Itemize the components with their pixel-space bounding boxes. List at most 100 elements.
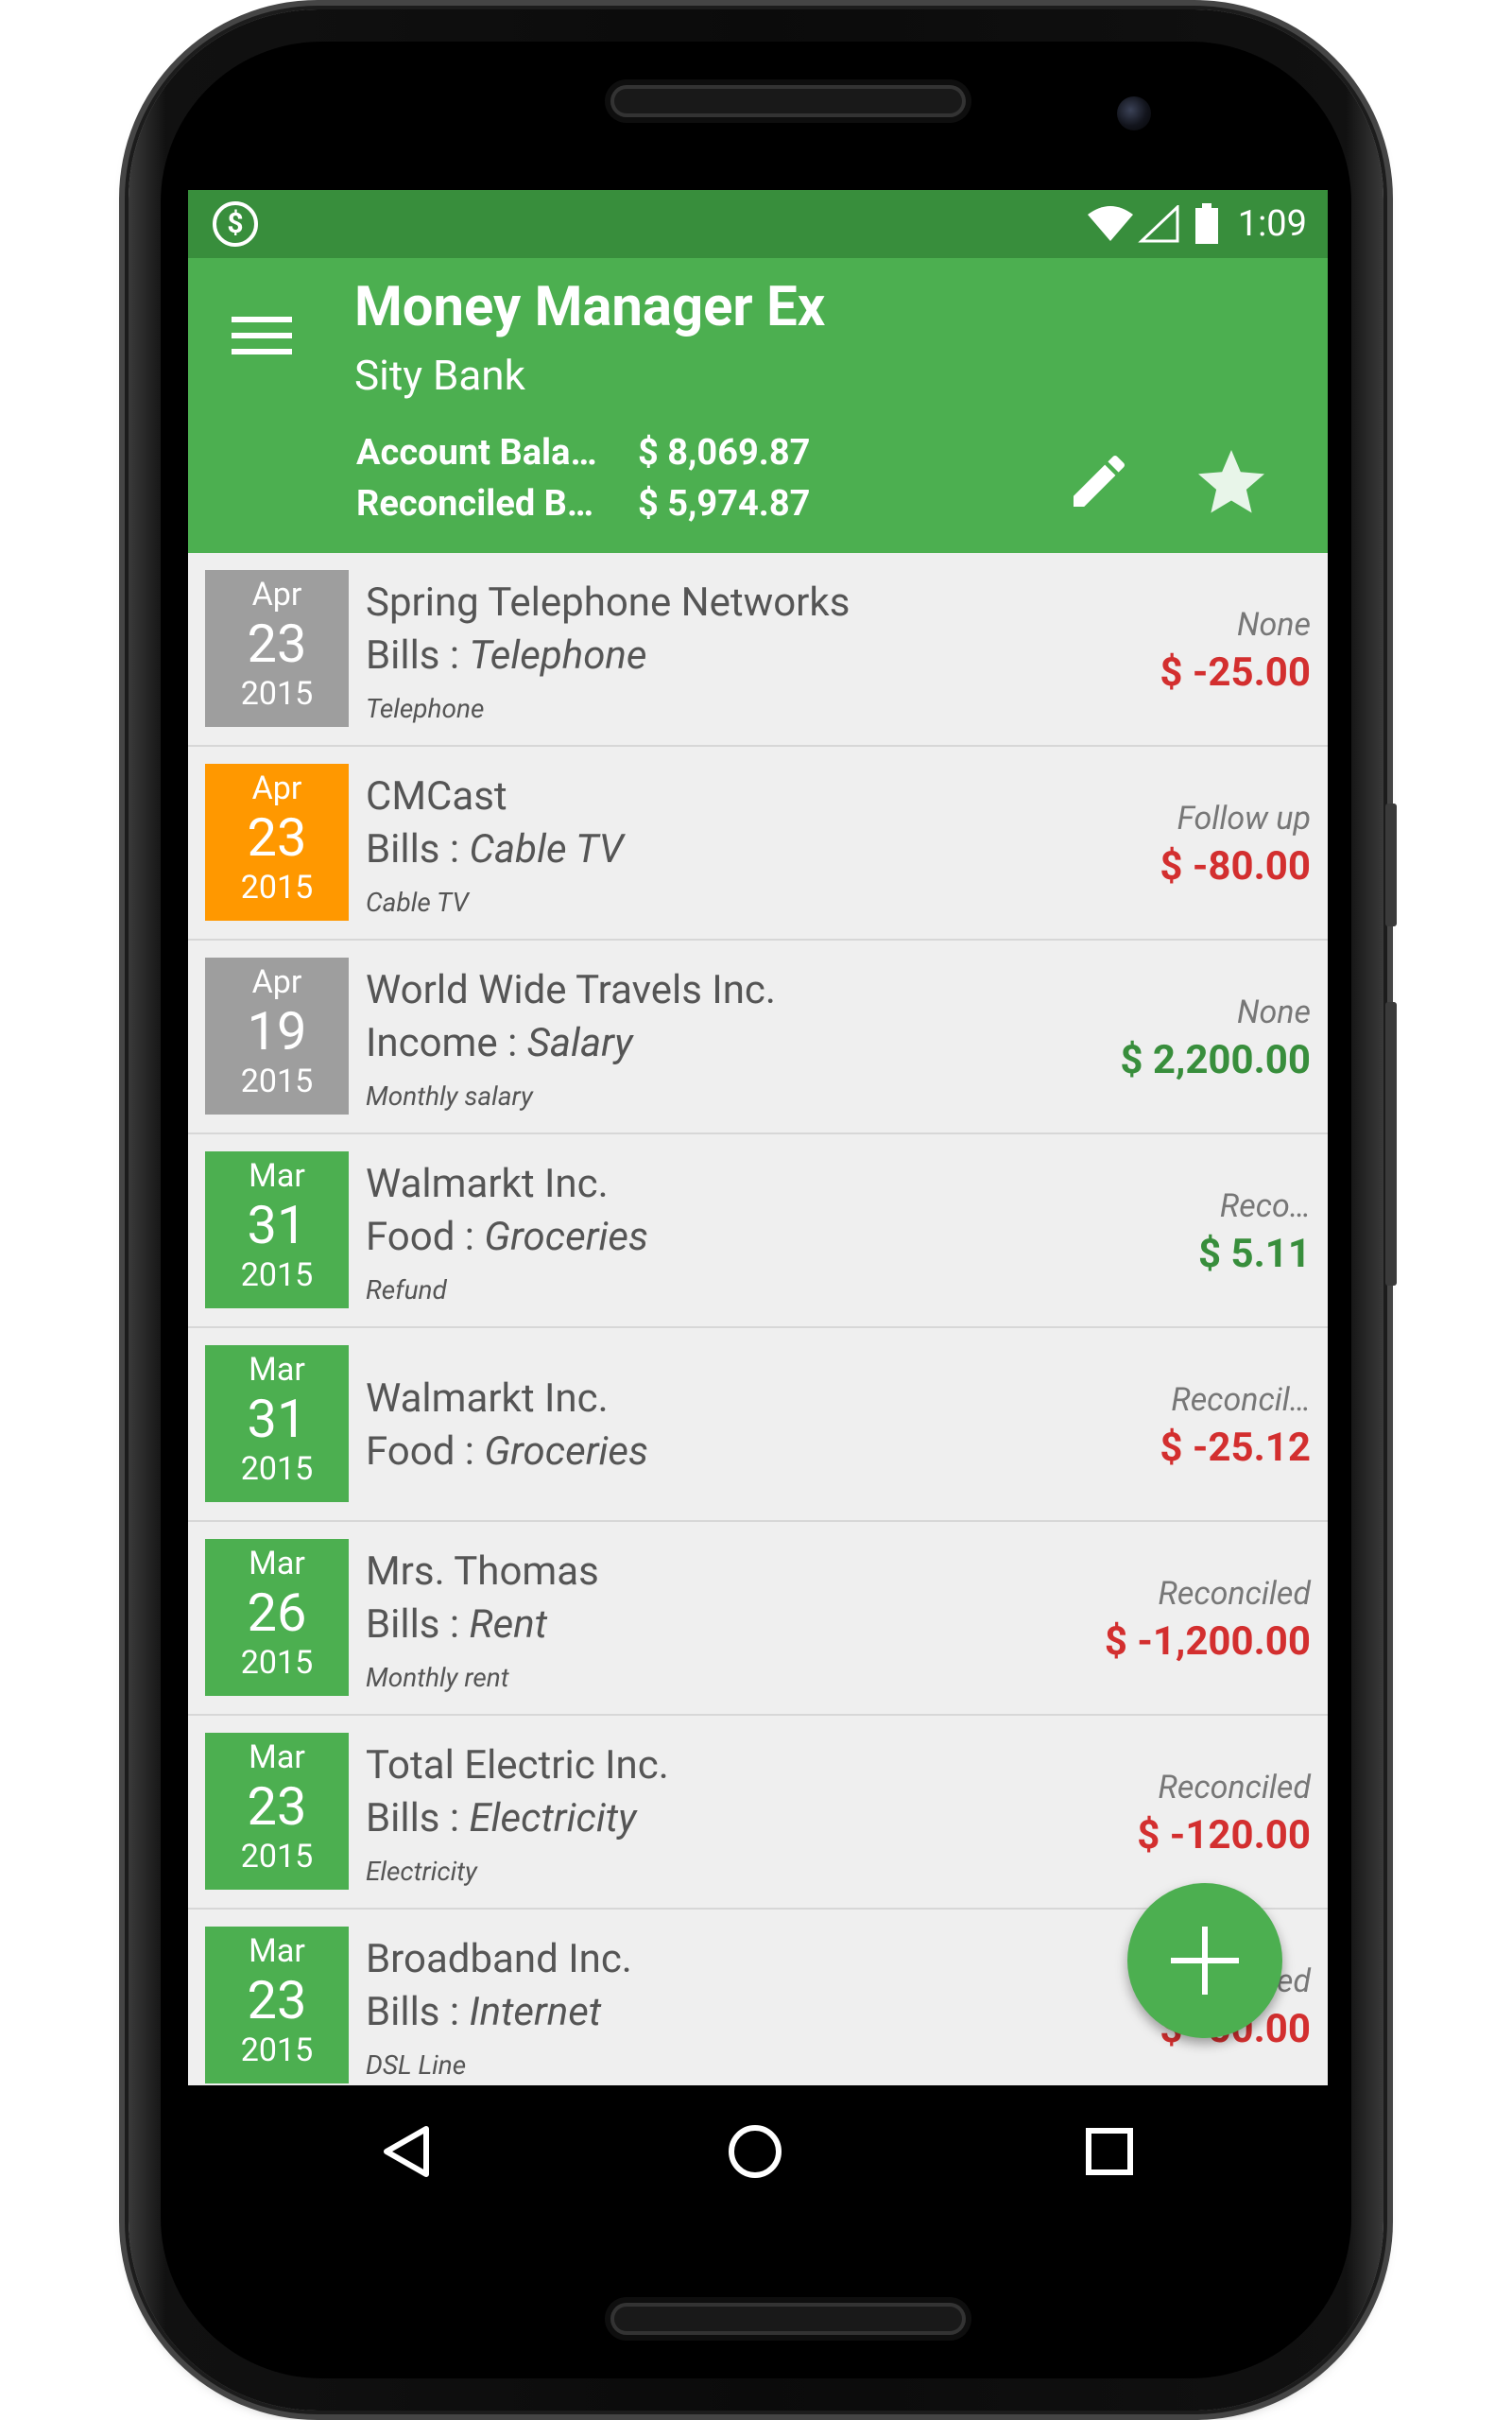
transaction-notes: Electricity: [366, 1856, 477, 1887]
transaction-month: Apr: [251, 963, 302, 1001]
transaction-notes: Monthly rent: [366, 1662, 509, 1693]
category-name: Bills: [366, 632, 440, 679]
transaction-status: Reconciled: [1158, 1769, 1311, 1806]
transaction-category: Food : Groceries: [366, 1214, 649, 1260]
transaction-month: Mar: [249, 1932, 305, 1970]
transaction-row[interactable]: Apr 23 2015 Spring Telephone Networks Bi…: [188, 553, 1328, 747]
subcategory-name: Rent: [469, 1601, 548, 1648]
reconciled-balance-row: Reconciled B… $ 5,974.87: [356, 483, 810, 525]
menu-icon[interactable]: [232, 305, 292, 366]
transaction-day: 23: [247, 1775, 307, 1838]
account-balance-row: Account Bala… $ 8,069.87: [356, 432, 810, 474]
transaction-day: 23: [247, 613, 307, 675]
account-name: Sity Bank: [354, 351, 525, 400]
transaction-category: Bills : Telephone: [366, 632, 647, 679]
transaction-year: 2015: [240, 1450, 314, 1488]
transaction-status: Follow up: [1177, 800, 1311, 838]
transaction-row[interactable]: Apr 19 2015 World Wide Travels Inc. Inco…: [188, 941, 1328, 1134]
transaction-year: 2015: [240, 1838, 314, 1876]
transaction-category: Bills : Rent: [366, 1601, 548, 1648]
home-icon[interactable]: [729, 2125, 782, 2178]
battery-icon: [1194, 203, 1218, 244]
transaction-status: None: [1236, 606, 1311, 644]
transaction-list: Apr 23 2015 Spring Telephone Networks Bi…: [188, 553, 1328, 2085]
recent-apps-icon[interactable]: [1086, 2128, 1133, 2175]
transaction-month: Mar: [249, 1351, 305, 1389]
transaction-amount: $ -120.00: [1137, 1812, 1311, 1858]
subcategory-name: Telephone: [469, 632, 647, 679]
transaction-date: Apr 23 2015: [205, 570, 349, 727]
transaction-notes: DSL Line: [366, 2049, 467, 2081]
transaction-month: Apr: [251, 769, 302, 807]
app-screen: $ 1:09 Money Manager Ex Sity Bank Accoun…: [188, 190, 1328, 2085]
power-button: [1385, 804, 1397, 926]
dollar-circle-icon: $: [213, 201, 258, 247]
category-name: Bills: [366, 1989, 440, 2035]
transaction-date: Mar 31 2015: [205, 1345, 349, 1502]
transaction-payee: Walmarkt Inc.: [366, 1161, 609, 1207]
transaction-day: 31: [247, 1194, 307, 1256]
transaction-amount: $ 2,200.00: [1120, 1037, 1311, 1083]
category-name: Bills: [366, 826, 440, 873]
transaction-category: Bills : Electricity: [366, 1795, 637, 1841]
transaction-row[interactable]: Mar 26 2015 Mrs. Thomas Bills : Rent Mon…: [188, 1522, 1328, 1716]
subcategory-name: Cable TV: [469, 826, 624, 873]
status-time: 1:09: [1237, 203, 1307, 245]
transaction-payee: Walmarkt Inc.: [366, 1375, 609, 1422]
transaction-date: Mar 26 2015: [205, 1539, 349, 1696]
transaction-year: 2015: [240, 869, 314, 907]
transaction-year: 2015: [240, 1644, 314, 1682]
transaction-year: 2015: [240, 1256, 314, 1294]
transaction-day: 23: [247, 806, 307, 869]
transaction-year: 2015: [240, 1063, 314, 1100]
wifi-icon: [1087, 206, 1133, 241]
transaction-day: 26: [247, 1582, 307, 1644]
reconciled-balance-label: Reconciled B…: [356, 483, 594, 525]
bottom-speaker: [610, 2303, 966, 2335]
app-bar: Money Manager Ex Sity Bank Account Bala……: [188, 258, 1328, 553]
category-name: Food: [366, 1428, 455, 1475]
transaction-payee: Spring Telephone Networks: [366, 579, 850, 626]
transaction-date: Mar 23 2015: [205, 1927, 349, 2083]
transaction-row[interactable]: Mar 31 2015 Walmarkt Inc. Food : Groceri…: [188, 1134, 1328, 1328]
app-title: Money Manager Ex: [354, 275, 826, 339]
transaction-row[interactable]: Apr 23 2015 CMCast Bills : Cable TV Cabl…: [188, 747, 1328, 941]
transaction-category: Bills : Cable TV: [366, 826, 624, 873]
transaction-amount: $ 5.11: [1197, 1231, 1311, 1277]
subcategory-name: Internet: [469, 1989, 602, 2035]
front-camera: [1117, 96, 1151, 130]
account-balance-value: $ 8,069.87: [638, 432, 811, 474]
transaction-payee: CMCast: [366, 773, 507, 820]
transaction-year: 2015: [240, 675, 314, 713]
transaction-month: Mar: [249, 1545, 305, 1582]
back-icon[interactable]: [381, 2125, 432, 2178]
transaction-row[interactable]: Mar 23 2015 Total Electric Inc. Bills : …: [188, 1716, 1328, 1910]
transaction-category: Income : Salary: [366, 1020, 633, 1066]
transaction-date: Mar 23 2015: [205, 1733, 349, 1890]
cell-signal-icon: [1137, 205, 1179, 243]
transaction-date: Apr 19 2015: [205, 958, 349, 1115]
transaction-category: Bills : Internet: [366, 1989, 602, 2035]
transaction-notes: Telephone: [366, 693, 485, 724]
category-name: Food: [366, 1214, 455, 1260]
transaction-row[interactable]: Mar 31 2015 Walmarkt Inc. Food : Groceri…: [188, 1328, 1328, 1522]
volume-button: [1385, 1002, 1397, 1286]
star-icon[interactable]: [1192, 443, 1271, 523]
transaction-notes: Refund: [366, 1274, 447, 1305]
transaction-notes: Cable TV: [366, 887, 469, 918]
subcategory-name: Electricity: [469, 1795, 637, 1841]
transaction-date: Mar 31 2015: [205, 1151, 349, 1308]
transaction-year: 2015: [240, 2031, 314, 2069]
transaction-amount: $ -25.12: [1160, 1425, 1311, 1471]
transaction-category: Food : Groceries: [366, 1428, 649, 1475]
account-balance-label: Account Bala…: [356, 432, 597, 474]
add-transaction-button[interactable]: [1127, 1883, 1282, 2038]
transaction-month: Apr: [251, 576, 302, 614]
transaction-amount: $ -1,200.00: [1104, 1618, 1311, 1665]
transaction-status: None: [1236, 994, 1311, 1031]
edit-icon[interactable]: [1065, 447, 1133, 515]
transaction-status: Reconcil…: [1171, 1381, 1311, 1419]
category-name: Bills: [366, 1601, 440, 1648]
subcategory-name: Groceries: [484, 1214, 649, 1260]
status-icons: 1:09: [1087, 196, 1307, 252]
